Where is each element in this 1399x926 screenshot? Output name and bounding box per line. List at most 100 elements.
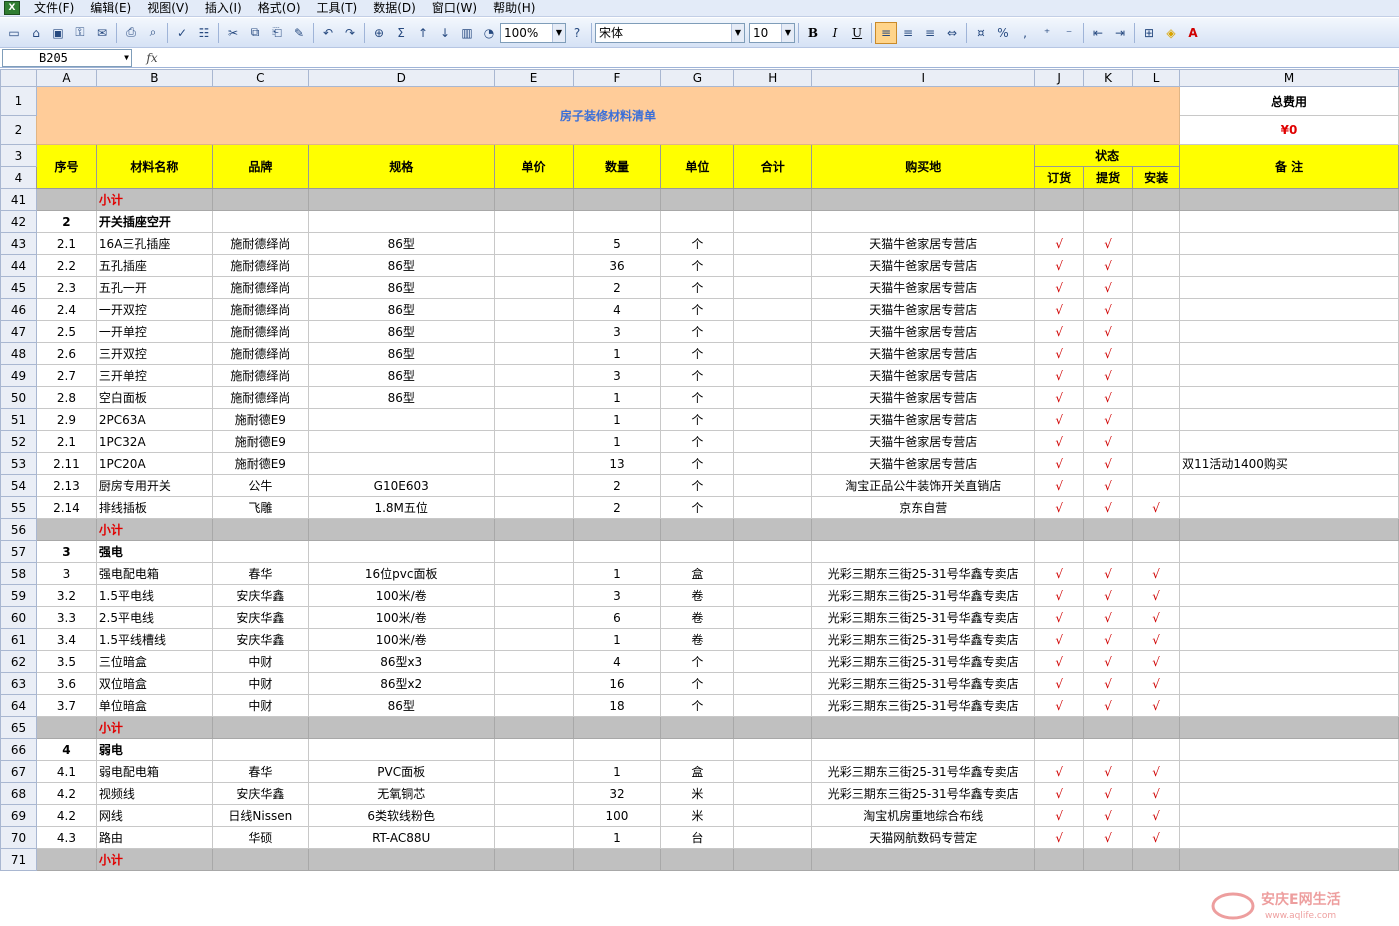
- header-price[interactable]: 单价: [493, 144, 574, 189]
- menu-item[interactable]: 视图(V): [139, 0, 197, 16]
- cell-note[interactable]: [1179, 254, 1399, 277]
- cell-picked-check[interactable]: √: [1083, 562, 1134, 585]
- cell[interactable]: [35, 188, 97, 211]
- underline-icon[interactable]: U: [846, 22, 868, 44]
- cell-note[interactable]: [1179, 760, 1399, 783]
- cell[interactable]: [493, 210, 574, 233]
- cell-place[interactable]: 光彩三期东三街25-31号华鑫专卖店: [811, 606, 1036, 629]
- cell-brand[interactable]: 公牛: [211, 474, 309, 497]
- cell-name[interactable]: 16A三孔插座: [95, 232, 213, 255]
- cell-name[interactable]: 五孔插座: [95, 254, 213, 277]
- cell-sum[interactable]: [733, 364, 813, 387]
- cell-installed-check[interactable]: √: [1132, 496, 1181, 519]
- row-header[interactable]: 2: [0, 115, 37, 145]
- cell-seq[interactable]: 4.1: [35, 760, 97, 783]
- cell-name[interactable]: 强电配电箱: [95, 562, 213, 585]
- cell-seq[interactable]: 2.14: [35, 496, 97, 519]
- row-header[interactable]: 42: [0, 210, 37, 233]
- currency-icon[interactable]: ¤: [970, 22, 992, 44]
- cell-unit[interactable]: 卷: [660, 628, 735, 651]
- header-spec[interactable]: 规格: [307, 144, 495, 189]
- font-color-icon[interactable]: A: [1182, 22, 1204, 44]
- cell-installed-check[interactable]: √: [1132, 826, 1181, 849]
- cell-sum[interactable]: [733, 232, 813, 255]
- cell-note[interactable]: [1179, 650, 1399, 673]
- cell-qty[interactable]: 100: [572, 804, 662, 827]
- cell-spec[interactable]: [307, 430, 495, 453]
- chevron-down-icon[interactable]: ▼: [781, 23, 794, 42]
- cell-seq[interactable]: 2.1: [35, 430, 97, 453]
- cell-seq[interactable]: 4.2: [35, 804, 97, 827]
- cell-brand[interactable]: 施耐德绎尚: [211, 232, 309, 255]
- cell[interactable]: [35, 518, 97, 541]
- header-pickup[interactable]: 提货: [1083, 166, 1134, 189]
- cell-sum[interactable]: [733, 760, 813, 783]
- cell-seq[interactable]: 3.3: [35, 606, 97, 629]
- comma-style-icon[interactable]: ,: [1014, 22, 1036, 44]
- cell-place[interactable]: 天猫牛爸家居专营店: [811, 430, 1036, 453]
- cell-ordered-check[interactable]: √: [1034, 408, 1085, 431]
- excel-app-icon[interactable]: X: [4, 1, 20, 15]
- decrease-decimal-icon[interactable]: ⁻: [1058, 22, 1080, 44]
- cell[interactable]: [1034, 848, 1085, 871]
- open-folder-icon[interactable]: ⌂: [25, 22, 47, 44]
- cell[interactable]: [572, 188, 662, 211]
- cell-sum[interactable]: [733, 694, 813, 717]
- cell-brand[interactable]: 施耐德绎尚: [211, 342, 309, 365]
- cell-place[interactable]: 光彩三期东三街25-31号华鑫专卖店: [811, 584, 1036, 607]
- cell-sum[interactable]: [733, 562, 813, 585]
- cell-spec[interactable]: 6类软线粉色: [307, 804, 495, 827]
- cell[interactable]: [307, 848, 495, 871]
- cell-ordered-check[interactable]: √: [1034, 232, 1085, 255]
- cell-qty[interactable]: 5: [572, 232, 662, 255]
- sheet-title[interactable]: 房子装修材料清单: [35, 86, 1181, 145]
- cell[interactable]: [1083, 716, 1134, 739]
- cell-spec[interactable]: 86型: [307, 364, 495, 387]
- cell-price[interactable]: [493, 562, 574, 585]
- cell-installed-check[interactable]: √: [1132, 760, 1181, 783]
- menu-item[interactable]: 插入(I): [197, 0, 250, 16]
- cell-ordered-check[interactable]: √: [1034, 276, 1085, 299]
- cell[interactable]: [1179, 716, 1399, 739]
- cell-ordered-check[interactable]: √: [1034, 364, 1085, 387]
- cell-installed-check[interactable]: [1132, 254, 1181, 277]
- cell[interactable]: [1034, 210, 1085, 233]
- cell-picked-check[interactable]: √: [1083, 650, 1134, 673]
- cell-note[interactable]: [1179, 584, 1399, 607]
- cell-price[interactable]: [493, 430, 574, 453]
- row-header[interactable]: 43: [0, 232, 37, 255]
- row-header[interactable]: 51: [0, 408, 37, 431]
- redo-icon[interactable]: ↷: [339, 22, 361, 44]
- chevron-down-icon[interactable]: ▼: [124, 50, 129, 66]
- row-header[interactable]: 69: [0, 804, 37, 827]
- row-header[interactable]: 56: [0, 518, 37, 541]
- cell-place[interactable]: 光彩三期东三街25-31号华鑫专卖店: [811, 760, 1036, 783]
- cell-name[interactable]: 一开单控: [95, 320, 213, 343]
- cell-name[interactable]: 单位暗盒: [95, 694, 213, 717]
- cell-place[interactable]: 天猫牛爸家居专营店: [811, 254, 1036, 277]
- cell-place[interactable]: 光彩三期东三街25-31号华鑫专卖店: [811, 672, 1036, 695]
- cell-picked-check[interactable]: √: [1083, 430, 1134, 453]
- cell-place[interactable]: 光彩三期东三街25-31号华鑫专卖店: [811, 782, 1036, 805]
- cell-price[interactable]: [493, 408, 574, 431]
- cell[interactable]: [1179, 518, 1399, 541]
- cell-brand[interactable]: 华硕: [211, 826, 309, 849]
- cell-installed-check[interactable]: √: [1132, 694, 1181, 717]
- cell-name[interactable]: 五孔一开: [95, 276, 213, 299]
- cell-brand[interactable]: 施耐德E9: [211, 430, 309, 453]
- cell-place[interactable]: 天猫牛爸家居专营店: [811, 452, 1036, 475]
- cell[interactable]: [211, 848, 309, 871]
- cell-sum[interactable]: [733, 782, 813, 805]
- cell[interactable]: [572, 848, 662, 871]
- cell-installed-check[interactable]: [1132, 342, 1181, 365]
- cell-spec[interactable]: G10E603: [307, 474, 495, 497]
- menu-item[interactable]: 工具(T): [309, 0, 366, 16]
- cell[interactable]: [307, 540, 495, 563]
- cell-sum[interactable]: [733, 672, 813, 695]
- header-order[interactable]: 订货: [1034, 166, 1085, 189]
- row-header[interactable]: 44: [0, 254, 37, 277]
- cell-installed-check[interactable]: √: [1132, 562, 1181, 585]
- header-unit[interactable]: 单位: [660, 144, 735, 189]
- column-header[interactable]: A: [35, 69, 97, 87]
- cell-brand[interactable]: 中财: [211, 650, 309, 673]
